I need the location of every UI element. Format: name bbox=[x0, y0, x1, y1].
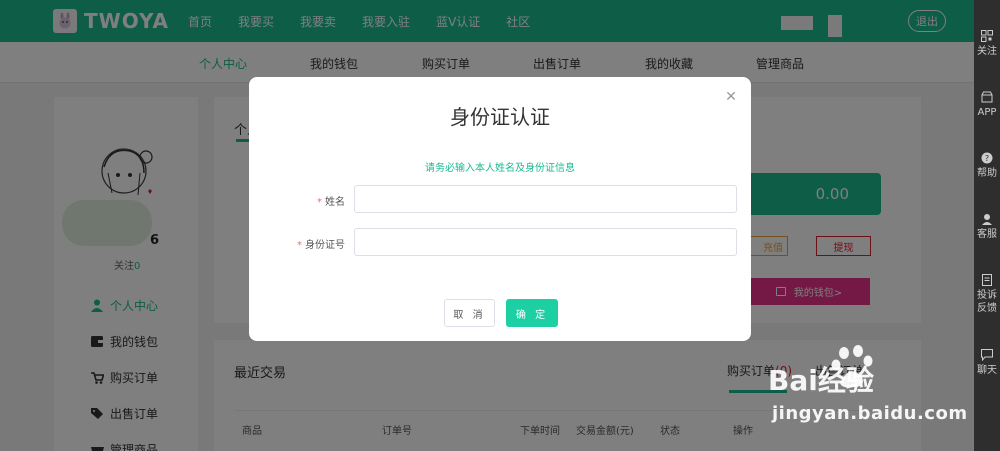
confirm-button[interactable]: 确 定 bbox=[506, 299, 558, 327]
sidebar-complaint[interactable]: 投诉反馈 bbox=[974, 274, 1000, 315]
qrcode-icon bbox=[981, 30, 993, 42]
sidebar-help[interactable]: ? 帮助 bbox=[974, 152, 1000, 180]
sidebar-label: 关注 bbox=[977, 46, 997, 57]
label-text: 姓名 bbox=[325, 197, 345, 208]
name-input[interactable] bbox=[354, 185, 737, 213]
help-icon: ? bbox=[981, 152, 993, 164]
sidebar-customer-service[interactable]: 客服 bbox=[974, 213, 1000, 241]
id-verification-dialog: 身份证认证 ✕ 请务必输入本人姓名及身份证信息 * 姓名 * 身份证号 取 消 确 … bbox=[249, 77, 751, 341]
sidebar-label: 投诉反馈 bbox=[977, 290, 997, 314]
app-icon bbox=[981, 91, 993, 103]
dialog-title: 身份证认证 bbox=[450, 105, 550, 129]
chat-icon bbox=[981, 349, 993, 361]
side-toolbar: 关注 APP ? 帮助 客服 投诉反馈 聊天 bbox=[974, 0, 1000, 451]
sidebar-app[interactable]: APP bbox=[974, 91, 1000, 119]
required-mark: * bbox=[297, 240, 302, 251]
complaint-icon bbox=[982, 274, 992, 286]
sidebar-follow[interactable]: 关注 bbox=[974, 30, 1000, 58]
dialog-hint: 请务必输入本人姓名及身份证信息 bbox=[425, 163, 575, 174]
customer-service-icon bbox=[982, 214, 992, 225]
sidebar-label: 帮助 bbox=[977, 168, 997, 179]
required-mark: * bbox=[317, 197, 322, 208]
sidebar-label: 客服 bbox=[977, 229, 997, 240]
name-field-label: * 姓名 bbox=[249, 193, 345, 208]
close-icon[interactable]: ✕ bbox=[724, 90, 738, 104]
sidebar-label: 聊天 bbox=[977, 365, 997, 376]
svg-text:?: ? bbox=[985, 154, 989, 163]
cancel-button[interactable]: 取 消 bbox=[444, 299, 495, 327]
id-field-label: * 身份证号 bbox=[249, 236, 345, 251]
id-number-input[interactable] bbox=[354, 228, 737, 256]
sidebar-chat[interactable]: 聊天 bbox=[974, 349, 1000, 377]
label-text: 身份证号 bbox=[305, 240, 345, 251]
sidebar-label: APP bbox=[977, 107, 997, 118]
